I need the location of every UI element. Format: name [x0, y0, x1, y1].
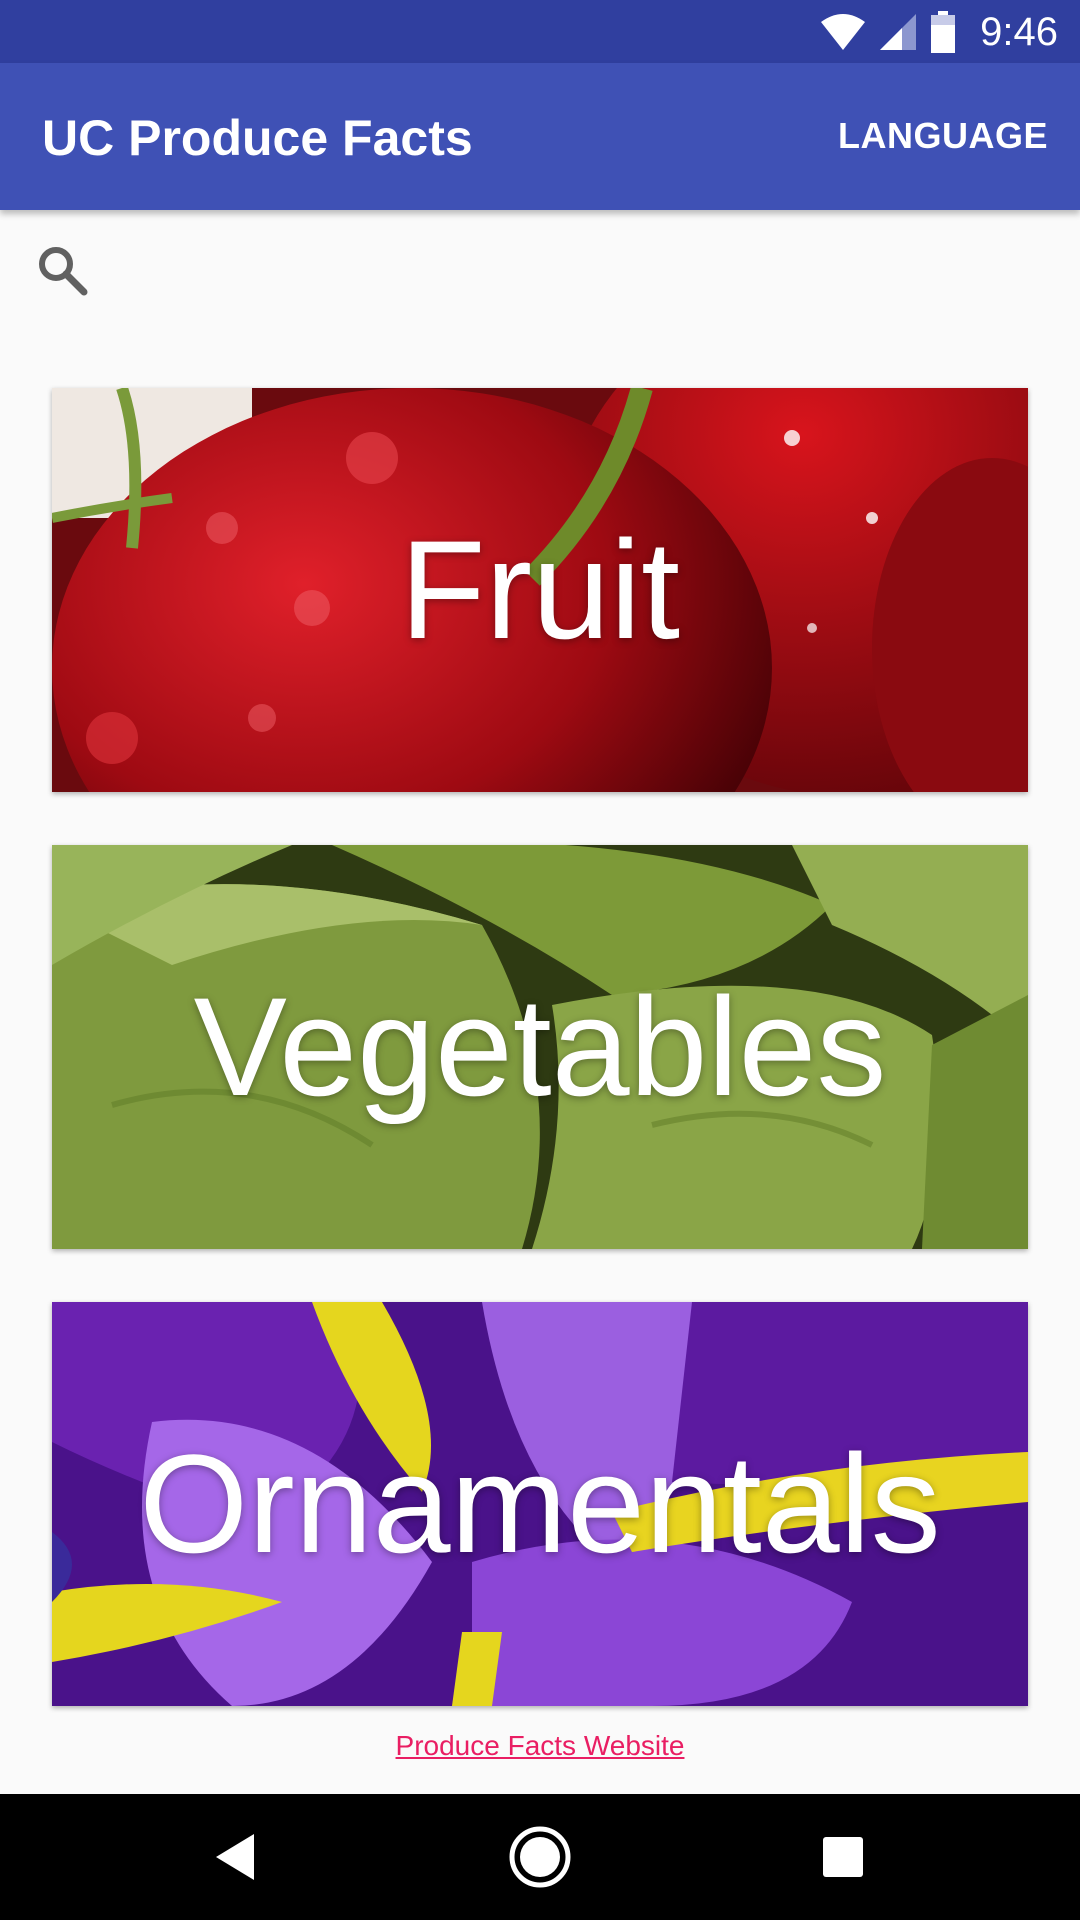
battery-icon [931, 11, 956, 53]
status-icons: 9:46 [820, 8, 1058, 56]
back-button[interactable] [202, 1822, 272, 1892]
wifi-icon [821, 14, 866, 50]
search-icon [39, 247, 88, 296]
recents-button[interactable] [808, 1822, 878, 1892]
app-title: UC Produce Facts [42, 110, 473, 166]
search-button[interactable] [34, 242, 94, 302]
app-bar: UC Produce Facts LANGUAGE [0, 63, 1080, 210]
category-card-ornamentals[interactable]: Ornamentals [52, 1302, 1028, 1706]
recents-icon [823, 1837, 863, 1877]
home-icon [509, 1826, 571, 1888]
status-bar: 9:46 [0, 0, 1080, 63]
back-icon [216, 1834, 254, 1880]
category-card-fruit[interactable]: Fruit [52, 388, 1028, 792]
category-label-vegetables: Vegetables [193, 968, 887, 1125]
category-label-fruit: Fruit [400, 511, 680, 668]
status-time: 9:46 [980, 9, 1058, 54]
cell-signal-icon [880, 14, 917, 50]
home-button[interactable] [505, 1822, 575, 1892]
category-label-ornamentals: Ornamentals [139, 1425, 941, 1582]
category-card-vegetables[interactable]: Vegetables [52, 845, 1028, 1249]
navigation-bar [0, 1794, 1080, 1920]
language-button[interactable]: LANGUAGE [838, 115, 1048, 157]
produce-facts-website-link[interactable]: Produce Facts Website [0, 1730, 1080, 1762]
